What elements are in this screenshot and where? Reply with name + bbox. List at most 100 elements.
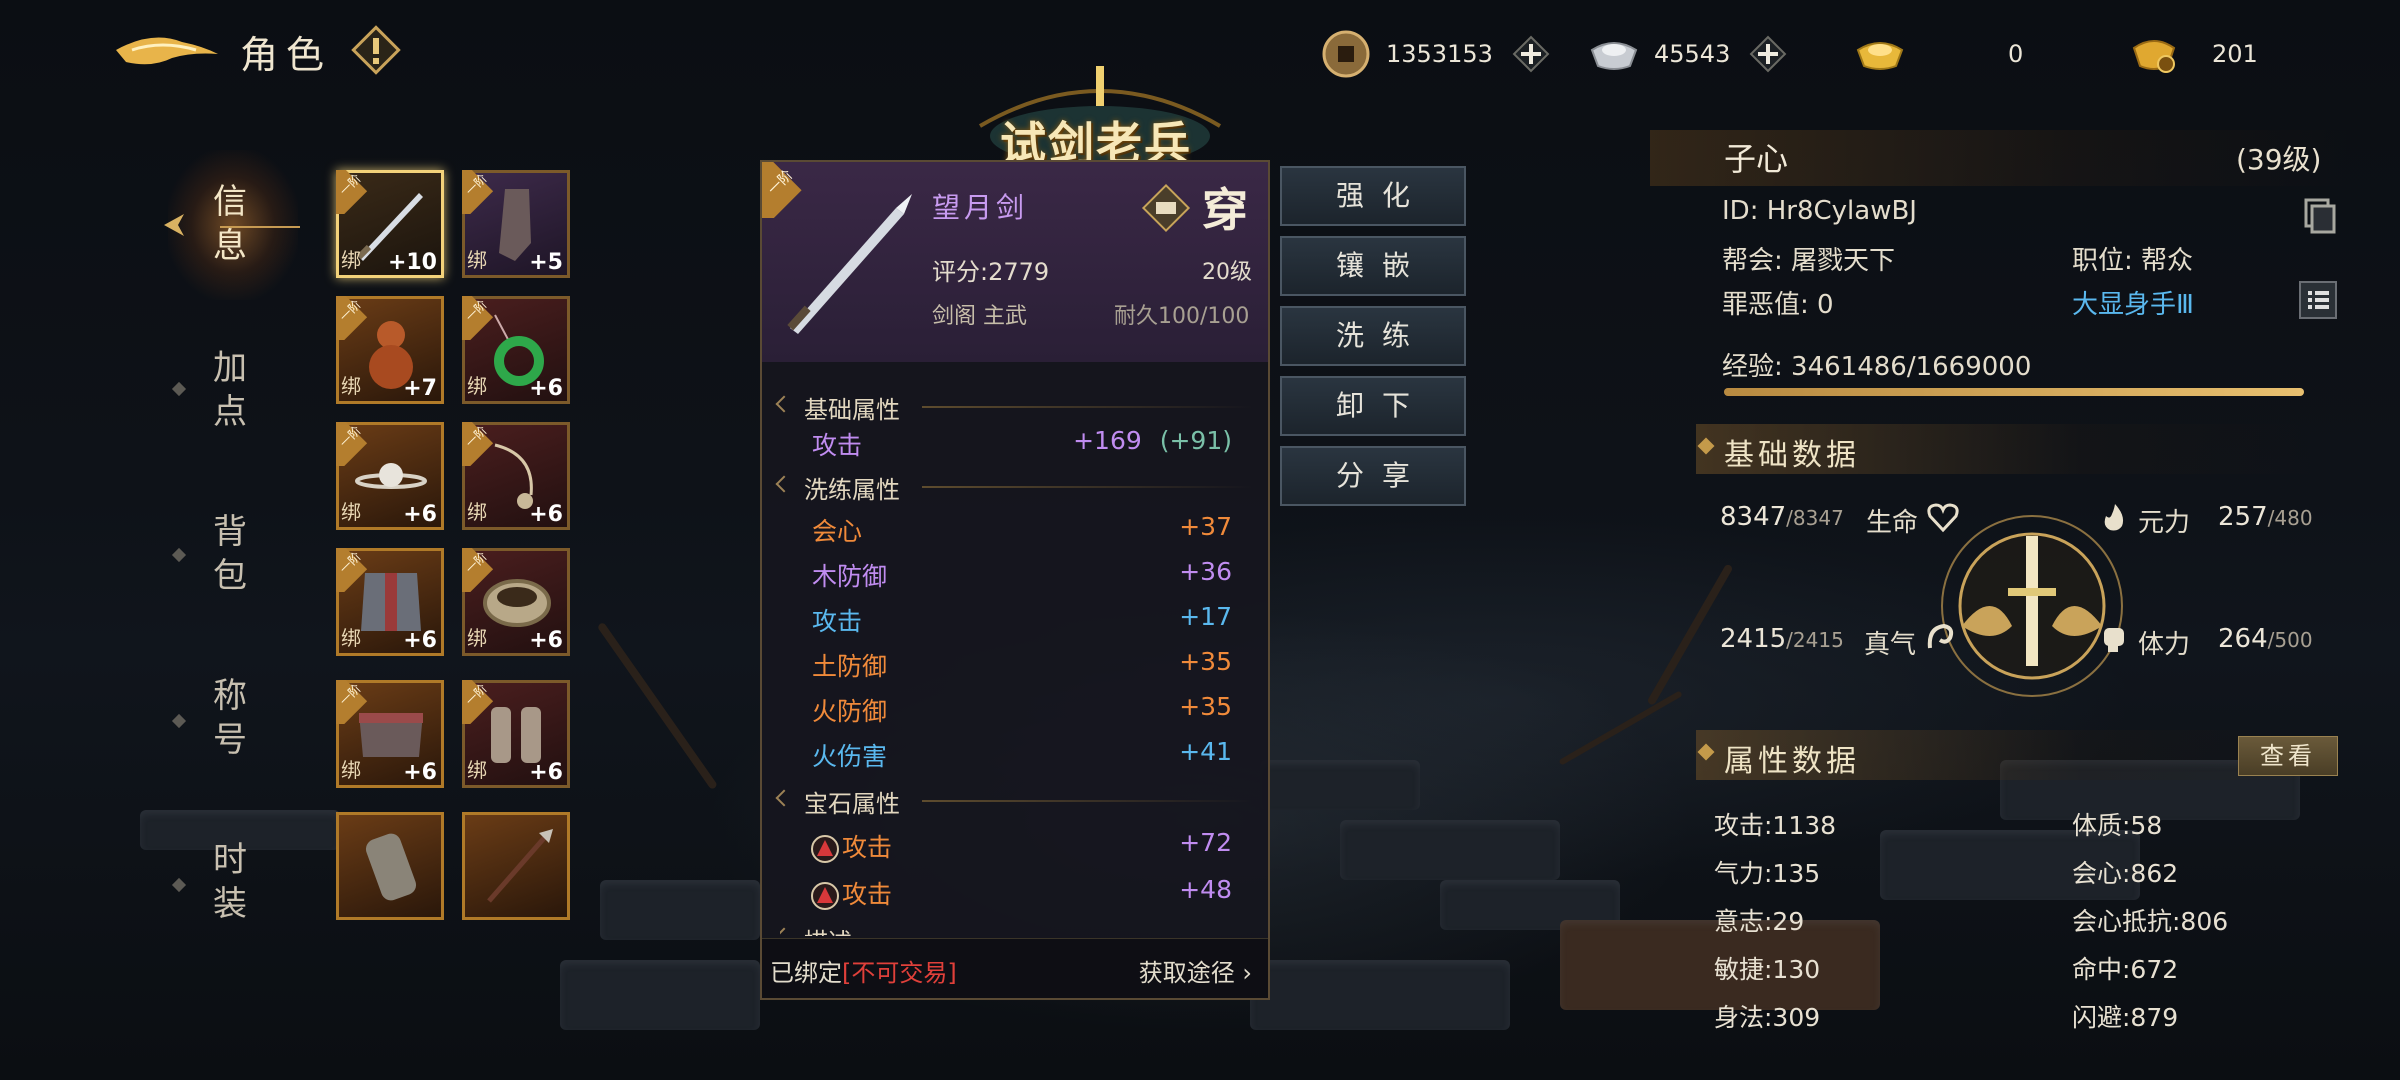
bind-label: 绑 <box>341 248 361 272</box>
equip-slot-gauntlet[interactable] <box>336 812 444 920</box>
divider <box>922 486 1252 488</box>
page-title: 角色 <box>240 33 333 77</box>
gauntlet-icon <box>365 833 417 901</box>
bind-label: 绑 <box>341 374 361 398</box>
list-icon[interactable] <box>2298 280 2338 320</box>
enhance-level: +5 <box>529 250 563 275</box>
share-button[interactable]: 分享 <box>1280 446 1466 506</box>
equip-slot-gloves[interactable]: 一阶 绑 +6 <box>462 680 570 788</box>
acquire-source-link[interactable]: 获取途径 › <box>1139 953 1252 988</box>
fist-icon <box>2104 628 2124 652</box>
exp-bar <box>1724 388 2304 396</box>
nav-points-label: 加点 <box>213 348 247 432</box>
attr-constitution: 体质:58 <box>2072 811 2163 840</box>
equip-slot-jade[interactable]: 一阶 绑 +6 <box>462 296 570 404</box>
character-sin: 罪恶值: 0 <box>1722 290 1834 320</box>
refine-attr-row: 攻击 +17 <box>812 602 1232 636</box>
unequip-button[interactable]: 卸下 <box>1280 376 1466 436</box>
alert-icon[interactable] <box>350 24 402 76</box>
currency-copper: 1353153 <box>1318 26 1555 82</box>
bind-label: 绑 <box>467 758 487 782</box>
exp-bar-fill <box>1724 388 2304 396</box>
character-id: ID: Hr8CylawBJ <box>1722 196 1917 226</box>
nav-info[interactable]: 信息 <box>200 180 260 268</box>
nav-titles[interactable]: 称号 <box>200 674 260 762</box>
enhance-level: +6 <box>529 376 563 401</box>
equip-slot-sword[interactable]: 一阶 绑 +10 <box>336 170 444 278</box>
equip-slot-ring[interactable]: 一阶 绑 +6 <box>336 422 444 530</box>
nav-points[interactable]: 加点 <box>200 346 260 434</box>
nav-bag[interactable]: 背包 <box>200 510 260 598</box>
attr-crit: 会心:862 <box>2072 859 2179 888</box>
enhance-level: +6 <box>529 502 563 527</box>
section-gem-attrs: 宝石属性 <box>780 784 900 819</box>
gem-attr-row: 攻击 +48 <box>810 875 1232 911</box>
enhance-button[interactable]: 强化 <box>1280 166 1466 226</box>
enhance-level: +6 <box>403 760 437 785</box>
add-silver-button[interactable] <box>1744 30 1792 78</box>
equip-slot-gourd[interactable]: 一阶 绑 +7 <box>336 296 444 404</box>
silver-value: 45543 <box>1654 40 1731 68</box>
currency-pouch: 201 <box>2126 26 2258 82</box>
copper-coin-icon <box>1322 30 1370 78</box>
item-score: 评分:2779 <box>932 258 1050 286</box>
add-copper-button[interactable] <box>1507 30 1555 78</box>
refine-attr-row: 火防御 +35 <box>812 692 1232 726</box>
nav-bag-label: 背包 <box>213 512 247 596</box>
nav-titles-label: 称号 <box>213 676 247 760</box>
pouch-value: 201 <box>2212 40 2258 68</box>
item-name: 望月剑 <box>932 191 1029 224</box>
item-header: 一阶 望月剑 穿 评分:2779 20级 剑阁 主武 耐久100/100 <box>762 162 1268 362</box>
bind-label: 绑 <box>341 626 361 650</box>
basic-data-header: 基础数据 <box>1696 424 2336 474</box>
stamina-label: 体力 <box>2138 630 2191 660</box>
equip-slot-bracer[interactable]: 一阶 绑 +6 <box>462 548 570 656</box>
item-required-level: 20级 <box>1202 260 1252 285</box>
back-logo-icon[interactable] <box>112 28 222 72</box>
refine-attr-row: 火伤害 +41 <box>812 737 1232 771</box>
refine-attr-row: 会心 +37 <box>812 512 1232 546</box>
silver-ingot-icon <box>1590 42 1638 70</box>
copy-icon[interactable] <box>2298 196 2338 236</box>
character-title[interactable]: 大显身手Ⅲ <box>2072 284 2194 321</box>
enhance-level: +6 <box>403 502 437 527</box>
equip-slot-necklace[interactable]: 一阶 绑 +6 <box>462 422 570 530</box>
equip-slot-boots[interactable]: 一阶 绑 +5 <box>462 170 570 278</box>
red-gem-icon <box>811 835 839 863</box>
equip-slot-spear[interactable] <box>462 812 570 920</box>
character-guild: 帮会: 屠戮天下 <box>1722 246 1896 276</box>
nav-info-label: 信息 <box>213 182 247 266</box>
attr-will: 意志:29 <box>1714 907 1805 936</box>
equip-slot-belt[interactable]: 一阶 绑 +6 <box>336 680 444 788</box>
enhance-level: +6 <box>529 760 563 785</box>
bind-label: 绑 <box>467 374 487 398</box>
spear-icon <box>487 829 553 903</box>
divider <box>922 800 1252 802</box>
refine-button[interactable]: 洗练 <box>1280 306 1466 366</box>
stamina-value: 264/500 <box>2218 624 2313 654</box>
gold-ingot-icon <box>1856 42 1904 70</box>
bound-status: 已绑定[不可交易] <box>770 959 957 987</box>
nav-fashion[interactable]: 时装 <box>200 838 260 926</box>
copper-value: 1353153 <box>1386 40 1493 68</box>
attr-attack: 攻击:1138 <box>1714 811 1837 840</box>
enhance-level: +6 <box>403 628 437 653</box>
view-attrs-button[interactable]: 查看 <box>2238 736 2338 776</box>
bind-label: 绑 <box>467 500 487 524</box>
bind-label: 绑 <box>467 626 487 650</box>
section-base-attrs: 基础属性 <box>780 390 900 425</box>
gold-pouch-icon <box>2132 40 2176 73</box>
sword-emblem-icon <box>1941 515 2123 697</box>
equip-button[interactable]: 穿 <box>1202 174 1248 240</box>
bind-label: 绑 <box>341 758 361 782</box>
item-sect: 剑阁 主武 <box>932 304 1027 329</box>
equip-slot-icon <box>1141 183 1191 233</box>
qi-value: 2415/2415 <box>1720 624 1844 654</box>
attr-crit-resist: 会心抵抗:806 <box>2072 907 2229 936</box>
inlay-button[interactable]: 镶嵌 <box>1280 236 1466 296</box>
character-position: 职位: 帮众 <box>2072 246 2194 276</box>
swirl-icon <box>1927 623 1954 649</box>
section-description: 描述 <box>780 922 852 936</box>
equip-slot-armor[interactable]: 一阶 绑 +6 <box>336 548 444 656</box>
red-gem-icon <box>811 882 839 910</box>
